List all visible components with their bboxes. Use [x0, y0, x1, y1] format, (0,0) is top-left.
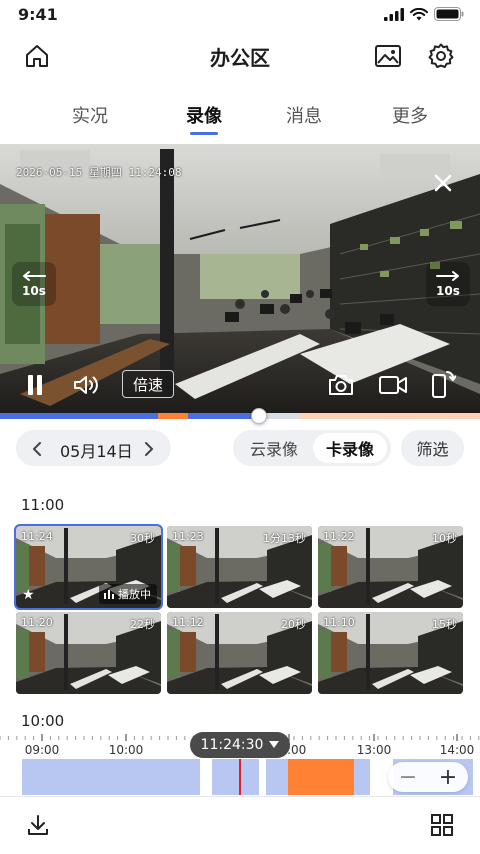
clip-time: 11:22 — [323, 530, 355, 543]
wifi-icon — [410, 7, 428, 20]
timeline[interactable]: 09:0010:0012:0013:0014:00 11:24:30 − + — [0, 732, 480, 796]
record-icon — [379, 376, 407, 394]
zoom-out-button[interactable]: − — [399, 765, 417, 790]
clip-time: 11:10 — [323, 616, 355, 629]
caret-down-icon — [269, 741, 280, 748]
timeline-event-segment[interactable] — [288, 759, 354, 795]
progress-event-segment — [158, 413, 188, 419]
equalizer-icon — [104, 590, 114, 599]
status-bar: 9:41 — [0, 0, 480, 32]
timeline-recording-segment[interactable] — [354, 759, 370, 795]
clip-thumbnail[interactable]: 11:20 22秒 — [16, 612, 161, 694]
current-time-indicator[interactable]: 11:24:30 — [190, 732, 290, 758]
clip-thumbnail[interactable]: 11:24 30秒 ★ 播放中 — [14, 524, 163, 610]
status-time: 9:41 — [18, 5, 58, 24]
osd-timestamp: 2026-05-15 星期四 11:24:08 — [16, 166, 182, 179]
chevron-right-icon[interactable] — [144, 442, 154, 456]
video-player[interactable]: 2026-05-15 星期四 11:24:08 10s 10s 倍速 — [0, 144, 480, 415]
clip-time: 11:23 — [172, 530, 204, 543]
rewind-label: 10s — [22, 284, 46, 298]
zoom-in-button[interactable]: + — [439, 765, 457, 790]
pause-button[interactable] — [20, 370, 50, 400]
progress-handle[interactable] — [251, 408, 268, 424]
snapshot-icon — [329, 375, 353, 395]
download-icon — [28, 815, 48, 835]
progress-fill — [0, 413, 260, 419]
timeline-recording-segment[interactable] — [22, 759, 200, 795]
clip-thumbnail[interactable]: 11:10 15秒 — [318, 612, 463, 694]
clip-thumbnail[interactable]: 11:12 20秒 — [167, 612, 312, 694]
playback-progress[interactable] — [0, 408, 480, 424]
date-label: 05月14日 — [60, 442, 133, 461]
timeline-tick-label: 14:00 — [440, 743, 475, 757]
clip-duration: 1分13秒 — [263, 532, 306, 545]
progress-track — [0, 413, 480, 419]
grid-view-button[interactable] — [424, 807, 460, 843]
current-time-label: 11:24:30 — [200, 737, 264, 753]
clip-duration: 20秒 — [281, 618, 306, 631]
card-recording-option[interactable]: 卡录像 — [313, 433, 387, 463]
cloud-recording-option[interactable]: 云录像 — [237, 433, 311, 463]
bottom-toolbar — [0, 796, 480, 854]
playing-badge: 播放中 — [99, 584, 157, 604]
grid-icon — [431, 814, 453, 836]
clip-duration: 30秒 — [130, 532, 155, 545]
hour-group-label: 11:00 — [21, 496, 65, 514]
timeline-tick-label: 10:00 — [109, 743, 144, 757]
volume-button[interactable] — [70, 370, 104, 400]
clip-thumbnail[interactable]: 11:22 10秒 — [318, 526, 463, 608]
settings-icon — [428, 43, 454, 68]
signal-icon — [384, 7, 404, 21]
gallery-icon — [375, 45, 401, 67]
forward-icon — [436, 271, 459, 281]
rotate-button[interactable] — [428, 368, 458, 400]
clip-duration: 22秒 — [130, 618, 155, 631]
download-button[interactable] — [20, 807, 56, 843]
hour-group-label: 10:00 — [21, 712, 65, 730]
rotate-icon — [432, 371, 456, 398]
rewind-10s-button[interactable]: 10s — [12, 262, 56, 306]
record-button[interactable] — [377, 370, 409, 400]
tab-live[interactable]: 实况 — [50, 102, 130, 128]
timeline-tick-label: 09:00 — [25, 743, 60, 757]
clip-time: 11:20 — [21, 616, 53, 629]
star-icon[interactable]: ★ — [22, 587, 35, 603]
header: 办公区 — [0, 32, 480, 82]
chevron-left-icon[interactable] — [32, 442, 42, 456]
clip-time: 11:24 — [21, 530, 53, 543]
forward-10s-button[interactable]: 10s — [426, 262, 470, 306]
timeline-recording-segment[interactable] — [266, 759, 288, 795]
tab-messages[interactable]: 消息 — [264, 102, 344, 128]
filter-button[interactable]: 筛选 — [401, 430, 464, 466]
close-icon — [434, 174, 452, 192]
battery-icon — [434, 7, 464, 21]
zoom-control: − + — [388, 762, 468, 792]
speed-button[interactable]: 倍速 — [122, 370, 174, 398]
playing-label: 播放中 — [118, 588, 151, 601]
gallery-button[interactable] — [370, 38, 406, 74]
clip-thumbnail[interactable]: 11:23 1分13秒 — [167, 526, 312, 608]
clip-time: 11:12 — [172, 616, 204, 629]
tab-bar: 实况 录像 消息 更多 — [0, 96, 480, 140]
pause-icon — [28, 375, 42, 395]
snapshot-button[interactable] — [326, 370, 356, 400]
forward-label: 10s — [436, 284, 460, 298]
source-switch: 云录像 卡录像 — [233, 430, 391, 466]
progress-event-segment — [300, 413, 480, 419]
status-icons — [384, 7, 464, 21]
rewind-icon — [23, 271, 46, 281]
clip-duration: 10秒 — [432, 532, 457, 545]
page-title: 办公区 — [210, 46, 270, 70]
tab-more[interactable]: 更多 — [370, 102, 450, 128]
clip-duration: 15秒 — [432, 618, 457, 631]
tab-indicator — [190, 132, 218, 135]
date-picker[interactable]: 05月14日 — [16, 430, 171, 466]
timeline-tick-label: 13:00 — [357, 743, 392, 757]
settings-button[interactable] — [423, 38, 459, 74]
close-button[interactable] — [428, 168, 458, 198]
date-source-row: 05月14日 云录像 卡录像 筛选 — [0, 428, 480, 468]
tab-playback[interactable]: 录像 — [164, 102, 244, 128]
timeline-recording-segment[interactable] — [212, 759, 259, 795]
volume-icon — [74, 376, 98, 394]
